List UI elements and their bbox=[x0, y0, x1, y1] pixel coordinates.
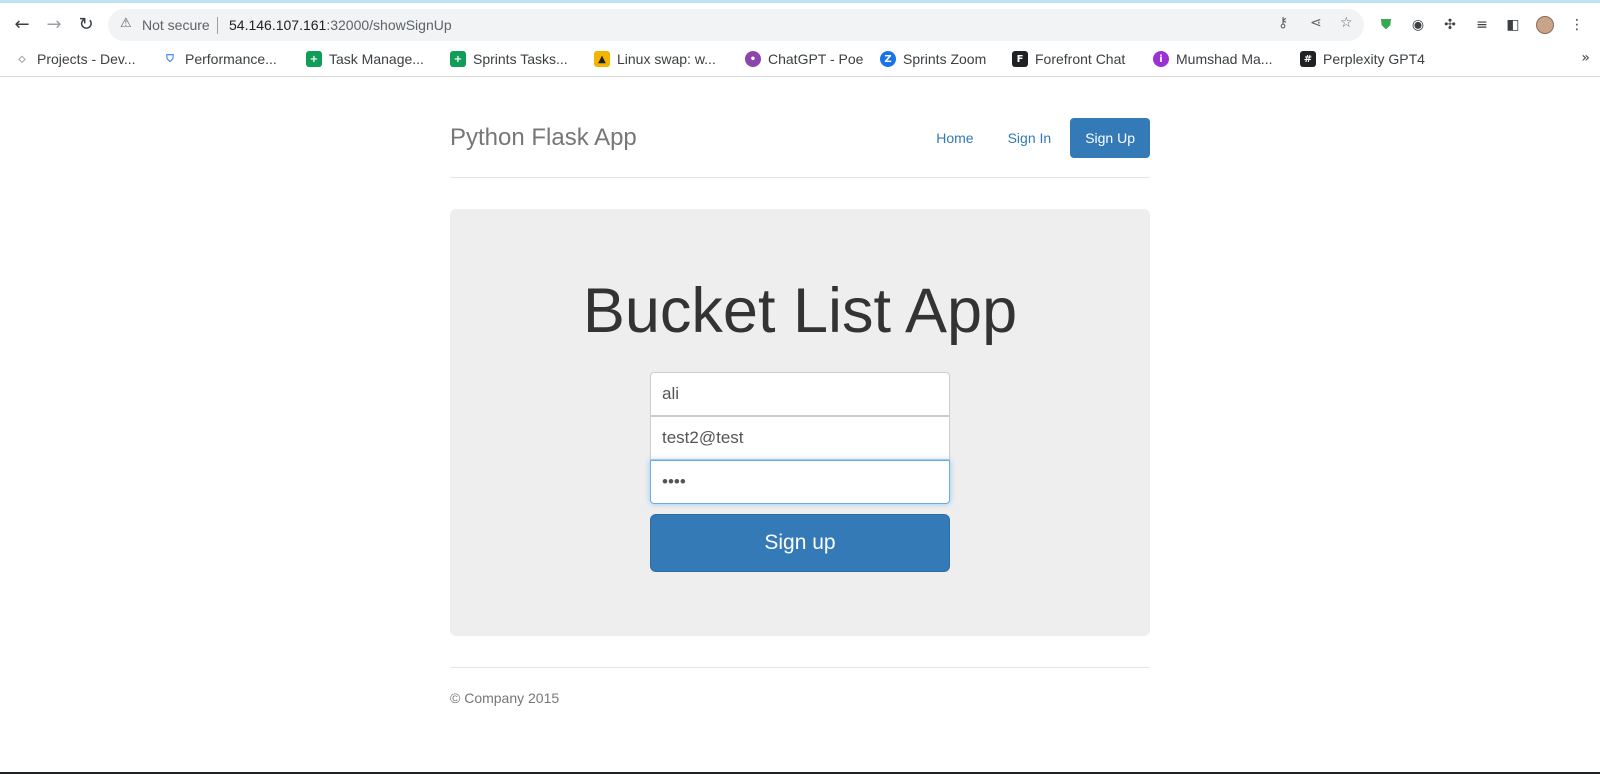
nav-sign-in-link[interactable]: Sign In bbox=[993, 118, 1067, 158]
signup-form: Sign up bbox=[650, 372, 950, 572]
perplexity-favicon-icon: # bbox=[1300, 51, 1316, 67]
url-host: 54.146.107.161 bbox=[229, 17, 327, 33]
nav-sign-up-link[interactable]: Sign Up bbox=[1070, 118, 1150, 158]
bookmark-label: Perplexity GPT4 bbox=[1323, 51, 1425, 67]
profile-avatar-icon[interactable] bbox=[1535, 15, 1555, 35]
brand-title: Python Flask App bbox=[450, 124, 637, 151]
site-header: Python Flask App Home Sign In Sign Up bbox=[450, 77, 1150, 178]
bookmark-item[interactable]: ▲ Linux swap: w... bbox=[594, 48, 716, 70]
bookmark-label: Task Manage... bbox=[329, 51, 424, 67]
bookmark-link-icon: ⬦ bbox=[18, 53, 26, 65]
bookmark-item[interactable]: ⬦ Projects - Dev... bbox=[14, 48, 136, 70]
puzzle-extensions-icon[interactable]: ✣ bbox=[1440, 15, 1460, 35]
bookmark-star-icon[interactable]: ☆ bbox=[1340, 15, 1353, 31]
mumshad-favicon-icon: i bbox=[1153, 51, 1169, 67]
reload-icon[interactable]: ↻ bbox=[72, 10, 100, 38]
bookmark-label: Forefront Chat bbox=[1035, 51, 1126, 67]
menu-kebab-icon[interactable]: ⋮ bbox=[1567, 15, 1587, 35]
site-footer: © Company 2015 bbox=[450, 667, 1150, 706]
browser-chrome: ← → ↻ ⚠ Not secure 54.146.107.161:32000/… bbox=[0, 0, 1600, 77]
nav-home-link[interactable]: Home bbox=[921, 118, 988, 158]
bookmark-item[interactable]: # Perplexity GPT4 bbox=[1300, 48, 1425, 70]
bookmark-label: Mumshad Ma... bbox=[1176, 51, 1273, 67]
email-field[interactable] bbox=[650, 416, 950, 460]
bookmark-label: Sprints Tasks... bbox=[473, 51, 568, 67]
copyright-text: © Company 2015 bbox=[450, 690, 560, 706]
page-title: Bucket List App bbox=[582, 276, 1018, 346]
bookmark-item[interactable]: F Forefront Chat bbox=[1012, 48, 1125, 70]
site-nav: Home Sign In Sign Up bbox=[921, 118, 1150, 158]
tab-strip bbox=[0, 0, 1600, 3]
more-bookmarks-icon[interactable]: » bbox=[1581, 50, 1590, 66]
sheets-favicon-icon: + bbox=[450, 51, 466, 67]
bookmark-item[interactable]: + Sprints Tasks... bbox=[450, 48, 568, 70]
bookmark-label: Sprints Zoom bbox=[903, 51, 987, 67]
share-icon[interactable]: ⋖ bbox=[1310, 15, 1322, 31]
sheets-favicon-icon: + bbox=[306, 51, 322, 67]
poe-favicon-icon: • bbox=[745, 51, 761, 67]
name-field[interactable] bbox=[650, 372, 950, 416]
browser-toolbar: ← → ↻ ⚠ Not secure 54.146.107.161:32000/… bbox=[0, 5, 1600, 43]
warning-icon[interactable]: ⚠ bbox=[120, 16, 132, 31]
back-icon[interactable]: ← bbox=[8, 10, 36, 38]
bookmark-label: ChatGPT - Poe bbox=[768, 51, 864, 67]
shield-extension-icon[interactable]: ⛊ bbox=[1376, 15, 1396, 35]
bookmarks-bar: ⬦ Projects - Dev... ⛉ Performance... + T… bbox=[0, 44, 1600, 74]
linux-favicon-icon: ▲ bbox=[594, 51, 610, 67]
bookmark-item[interactable]: i Mumshad Ma... bbox=[1153, 48, 1272, 70]
extension-circle-icon[interactable]: ◉ bbox=[1408, 15, 1428, 35]
bookmark-item[interactable]: + Task Manage... bbox=[306, 48, 424, 70]
key-icon[interactable]: ⚷ bbox=[1278, 15, 1288, 31]
jumbotron: Bucket List App Sign up bbox=[450, 209, 1150, 636]
zoom-favicon-icon: Z bbox=[880, 51, 896, 67]
forward-icon[interactable]: → bbox=[40, 10, 68, 38]
security-label[interactable]: Not secure bbox=[142, 17, 210, 33]
bookmark-item[interactable]: ⛉ Performance... bbox=[162, 48, 277, 70]
bookmark-label: Performance... bbox=[185, 51, 277, 67]
bookmark-item[interactable]: Z Sprints Zoom bbox=[880, 48, 986, 70]
shield-favicon-icon: ⛉ bbox=[166, 53, 174, 65]
password-field[interactable] bbox=[650, 460, 950, 504]
address-bar[interactable]: ⚠ Not secure 54.146.107.161:32000/showSi… bbox=[108, 9, 1364, 41]
bookmark-label: Projects - Dev... bbox=[37, 51, 136, 67]
url-text[interactable]: 54.146.107.161:32000/showSignUp bbox=[229, 17, 452, 33]
signup-submit-button[interactable]: Sign up bbox=[650, 514, 950, 572]
side-panel-icon[interactable]: ◧ bbox=[1503, 15, 1523, 35]
forefront-favicon-icon: F bbox=[1012, 51, 1028, 67]
url-path: :32000/showSignUp bbox=[326, 17, 452, 33]
bookmark-item[interactable]: • ChatGPT - Poe bbox=[745, 48, 863, 70]
divider bbox=[217, 17, 218, 34]
bookmark-label: Linux swap: w... bbox=[617, 51, 716, 67]
reading-list-icon[interactable]: ≡ bbox=[1472, 15, 1492, 35]
